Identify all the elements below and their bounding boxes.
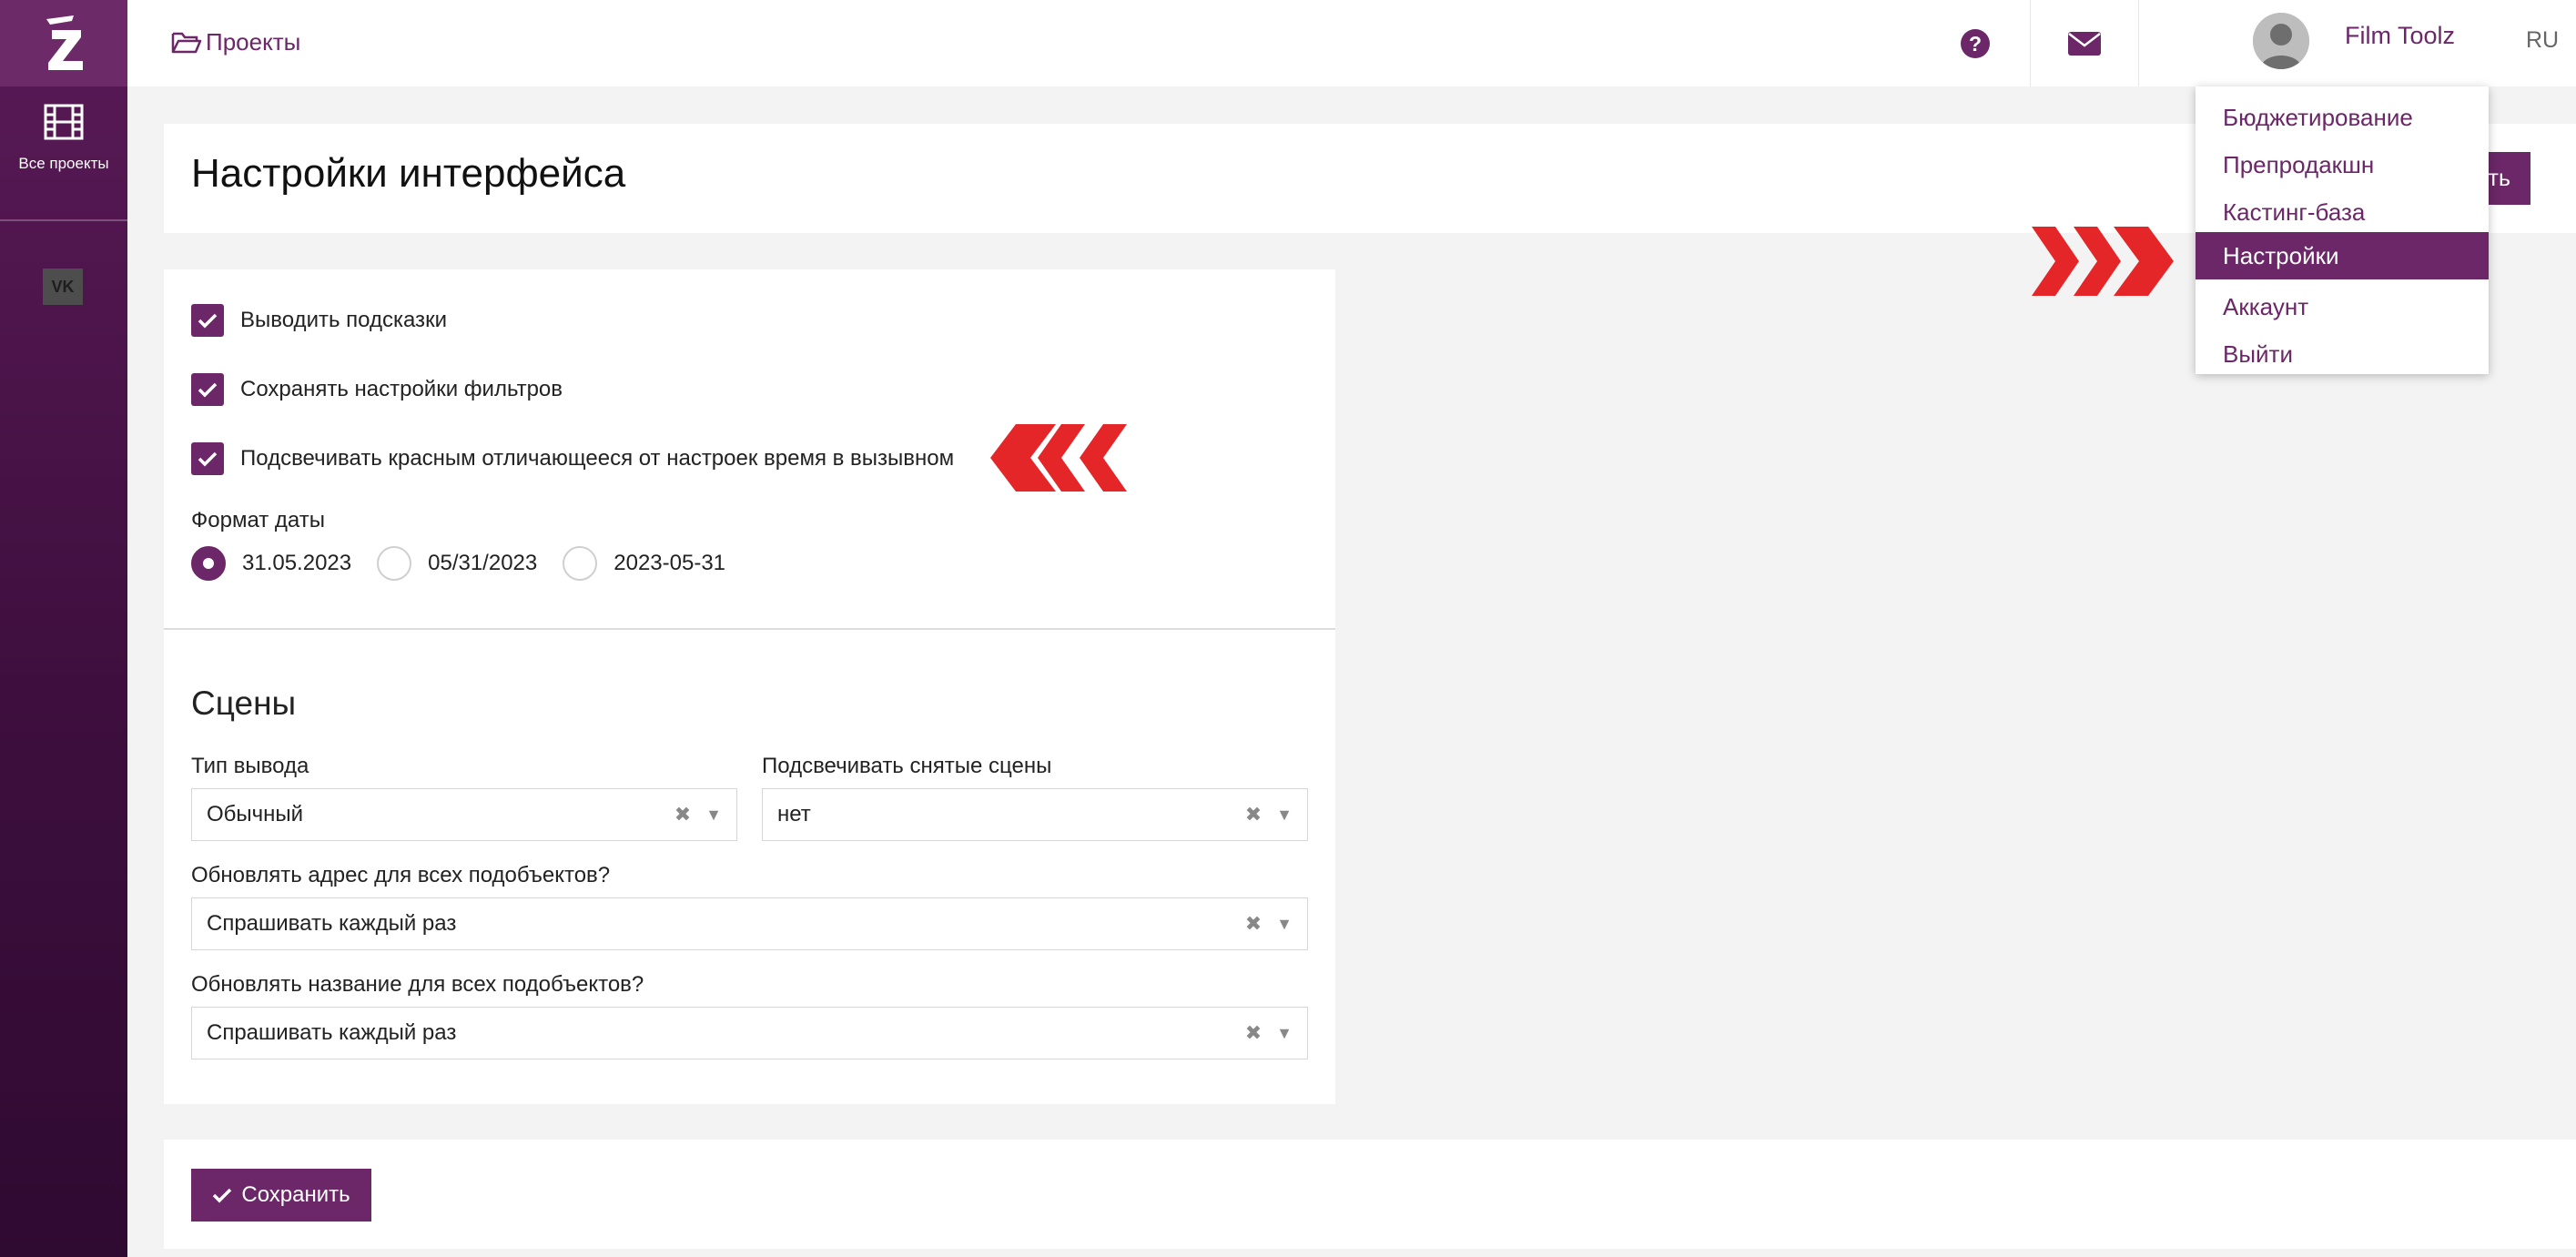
clear-icon[interactable]: ✖ [1245, 803, 1262, 826]
radio-label: 31.05.2023 [242, 551, 352, 575]
radio-date-dmy[interactable]: 31.05.2023 [191, 546, 351, 581]
language-switch[interactable]: RU [2526, 27, 2559, 54]
clear-icon[interactable]: ✖ [1245, 1021, 1262, 1045]
select-value: Спрашивать каждый раз [207, 1020, 457, 1045]
annotation-arrow-right-icon [2032, 227, 2174, 296]
checkbox-save-filters[interactable]: Сохранять настройки фильтров [191, 373, 563, 406]
clear-icon[interactable]: ✖ [1245, 912, 1262, 936]
select-value: Обычный [207, 802, 304, 826]
update-name-label: Обновлять название для всех подобъектов? [191, 972, 644, 997]
chevron-down-icon[interactable]: ▼ [705, 806, 722, 825]
title-action-label: ть [2488, 165, 2510, 191]
checkbox-box[interactable] [191, 304, 224, 337]
checkbox-show-hints[interactable]: Выводить подсказки [191, 304, 447, 337]
top-bar: Проекты [127, 0, 2576, 86]
user-dropdown-menu: Бюджетирование Препродакшн Кастинг-база … [2196, 86, 2489, 374]
select-value: нет [777, 802, 811, 826]
checkbox-label: Сохранять настройки фильтров [240, 377, 563, 401]
save-card [164, 1140, 2576, 1249]
question-circle-icon: ? [1961, 28, 1990, 58]
clear-icon[interactable]: ✖ [674, 803, 691, 826]
logo-icon [46, 15, 83, 70]
radio-date-mdy[interactable]: 05/31/2023 [377, 546, 537, 581]
dropdown-caret [2439, 73, 2465, 86]
envelope-icon [2068, 31, 2101, 56]
user-name[interactable]: Film Toolz [2345, 22, 2455, 50]
vk-icon[interactable]: VK [43, 269, 83, 305]
output-type-label: Тип вывода [191, 754, 309, 778]
check-icon [198, 313, 218, 329]
checkbox-box[interactable] [191, 373, 224, 406]
film-icon [44, 104, 84, 140]
avatar[interactable] [2253, 13, 2309, 69]
checkbox-label: Выводить подсказки [240, 308, 447, 332]
menu-item-budgeting[interactable]: Бюджетирование [2196, 94, 2489, 141]
annotation-arrow-left-icon [990, 424, 1127, 492]
output-type-select[interactable]: Обычный ✖ ▼ [191, 788, 737, 841]
update-name-select[interactable]: Спрашивать каждый раз ✖ ▼ [191, 1007, 1308, 1059]
radio-label: 2023-05-31 [614, 551, 726, 575]
menu-item-account[interactable]: Аккаунт [2196, 283, 2489, 330]
chevron-down-icon[interactable]: ▼ [1276, 806, 1293, 825]
scenes-section-title: Сцены [191, 684, 297, 722]
sidebar-item-all-projects[interactable]: Все проекты [0, 91, 127, 218]
checkbox-label: Подсвечивать красным отличающееся от нас… [240, 446, 955, 471]
check-icon [198, 382, 218, 398]
messages-button[interactable] [2030, 0, 2139, 86]
menu-item-casting[interactable]: Кастинг-база [2196, 188, 2489, 236]
page-title: Настройки интерфейса [191, 151, 626, 196]
folder-open-icon [171, 32, 202, 54]
highlight-scenes-label: Подсвечивать снятые сцены [762, 754, 1052, 778]
highlight-scenes-select[interactable]: нет ✖ ▼ [762, 788, 1308, 841]
checkbox-highlight-time[interactable]: Подсвечивать красным отличающееся от нас… [191, 442, 954, 475]
help-button[interactable]: ? [1921, 0, 2030, 86]
chevron-down-icon[interactable]: ▼ [1276, 915, 1293, 934]
update-address-select[interactable]: Спрашивать каждый раз ✖ ▼ [191, 897, 1308, 950]
menu-item-preproduction[interactable]: Препродакшн [2196, 141, 2489, 188]
radio-dot[interactable] [191, 546, 226, 581]
check-icon [198, 451, 218, 467]
svg-text:?: ? [1969, 32, 1982, 56]
radio-label: 05/31/2023 [428, 551, 538, 575]
checkbox-box[interactable] [191, 442, 224, 475]
radio-dot[interactable] [563, 546, 598, 581]
select-value: Спрашивать каждый раз [207, 911, 457, 936]
menu-item-logout[interactable]: Выйти [2196, 330, 2489, 378]
app-logo[interactable] [0, 0, 127, 86]
chevron-down-icon[interactable]: ▼ [1276, 1024, 1293, 1043]
update-address-label: Обновлять адрес для всех подобъектов? [191, 863, 611, 887]
check-icon [213, 1188, 232, 1203]
date-format-label: Формат даты [191, 508, 325, 532]
menu-item-settings[interactable]: Настройки [2196, 232, 2489, 279]
breadcrumb-label: Проекты [206, 27, 301, 56]
date-format-radio-group: 31.05.2023 05/31/2023 2023-05-31 [191, 546, 751, 581]
sidebar-item-label: Все проекты [18, 155, 109, 172]
sidebar-divider [0, 219, 127, 221]
breadcrumb-projects[interactable]: Проекты [171, 25, 300, 58]
radio-dot[interactable] [377, 546, 412, 581]
sidebar: Все проекты VK [0, 0, 127, 1257]
save-button[interactable]: Сохранить [191, 1169, 371, 1222]
radio-date-iso[interactable]: 2023-05-31 [563, 546, 725, 581]
user-avatar-icon [2253, 13, 2309, 69]
save-button-label: Сохранить [241, 1182, 350, 1207]
